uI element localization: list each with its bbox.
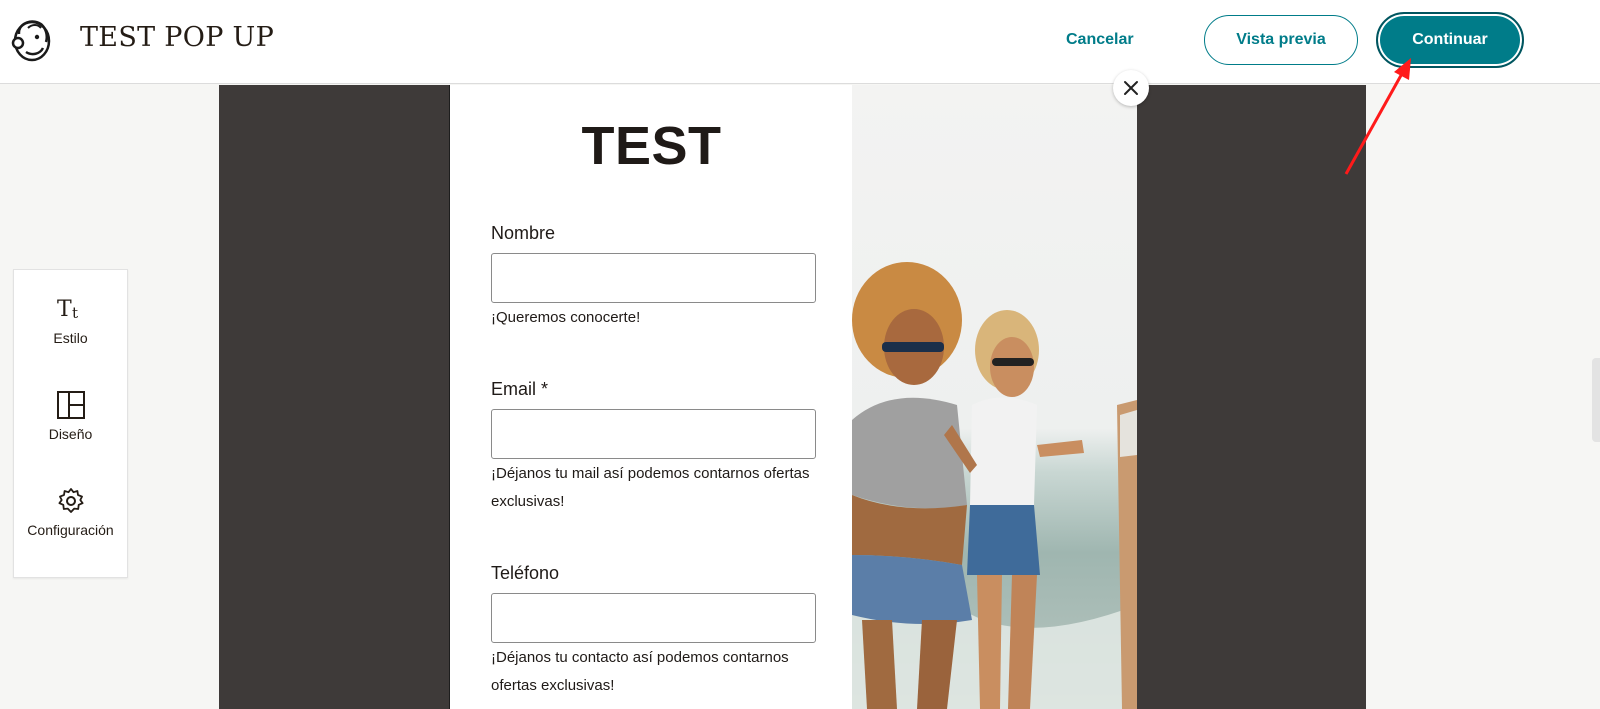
email-help-text: ¡Déjanos tu mail así podemos contarnos o… — [491, 465, 810, 510]
svg-text:T: T — [57, 297, 72, 322]
email-field-label: Email * — [491, 379, 549, 399]
mailchimp-logo-icon[interactable] — [10, 16, 54, 62]
email-input[interactable] — [491, 409, 816, 459]
popup-title[interactable]: TEST — [450, 115, 853, 177]
phone-help-text: ¡Déjanos tu contacto así podemos contarn… — [491, 649, 789, 694]
phone-field-label: Teléfono — [491, 563, 560, 583]
sidebar-item-settings[interactable]: Configuración — [14, 486, 127, 538]
close-popup-button[interactable] — [1113, 70, 1149, 106]
sidebar-item-design[interactable]: Diseño — [14, 390, 127, 442]
name-input[interactable] — [491, 253, 816, 303]
sidebar-item-label: Diseño — [48, 426, 93, 442]
sidebar-item-label: Estilo — [53, 330, 88, 346]
popup-form: TEST Nombre ¡Queremos conocerte! Email *… — [449, 85, 853, 709]
name-help-text: ¡Queremos conocerte! — [491, 309, 641, 326]
editor-side-panel: T t Estilo Diseño Configuración — [13, 269, 128, 578]
beach-photo[interactable] — [852, 85, 1137, 709]
svg-text:t: t — [72, 304, 78, 322]
beach-photo-illustration — [852, 85, 1137, 709]
name-field-label: Nombre — [491, 223, 556, 243]
page-title: TEST POP UP — [80, 22, 275, 53]
sidebar-item-style[interactable]: T t Estilo — [14, 294, 127, 346]
gear-icon — [58, 488, 83, 513]
layout-icon — [56, 391, 85, 419]
scrollbar[interactable] — [1592, 358, 1600, 442]
cancel-button[interactable]: Cancelar — [1066, 28, 1134, 52]
preview-button[interactable]: Vista previa — [1204, 15, 1358, 65]
text-style-icon: T t — [57, 297, 78, 322]
phone-input[interactable] — [491, 593, 816, 643]
sidebar-item-label: Configuración — [27, 522, 114, 538]
top-header: TEST POP UP Cancelar Vista previa Contin… — [0, 0, 1600, 84]
close-icon — [1124, 81, 1138, 95]
continue-button[interactable]: Continuar — [1376, 12, 1524, 68]
